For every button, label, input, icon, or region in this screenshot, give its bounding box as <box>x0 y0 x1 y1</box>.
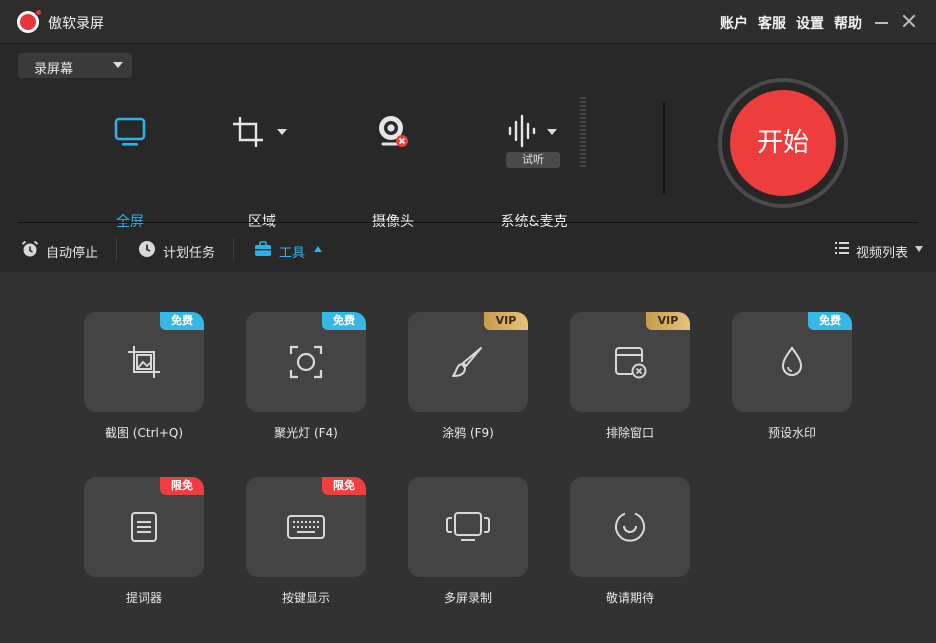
title-bar: 傲软录屏 账户 客服 设置 帮助 <box>0 0 936 44</box>
list-icon <box>835 242 849 254</box>
spotlight-icon <box>289 345 323 379</box>
tool-exclude-window-label: 排除窗口 <box>605 426 654 440</box>
limited-free-badge: 限免 <box>322 477 366 495</box>
audio-level-meter <box>580 97 586 169</box>
mode-dropdown[interactable]: 录屏幕 <box>18 53 132 78</box>
mode-dropdown-value: 录屏幕 <box>34 62 74 77</box>
minimize-icon[interactable] <box>872 10 892 32</box>
chevron-up-icon <box>314 246 322 252</box>
panel-separator <box>18 222 918 223</box>
tools-label: 工具 <box>279 246 306 261</box>
panel-divider <box>663 102 665 194</box>
audio-dropdown-icon[interactable] <box>547 129 557 135</box>
audio-preview-badge[interactable]: 试听 <box>506 152 560 168</box>
menu-help[interactable]: 帮助 <box>834 13 862 33</box>
toolbar-divider <box>116 238 117 260</box>
tool-key-display-label: 按键显示 <box>281 591 330 605</box>
auto-stop-button[interactable]: 自动停止 <box>21 239 101 261</box>
exclude-window-icon <box>615 347 647 379</box>
toolbar-divider <box>233 238 234 260</box>
tool-spotlight-label: 聚光灯 (F4) <box>274 426 338 440</box>
tool-coming-soon[interactable] <box>570 477 690 577</box>
tool-screenshot-label: 截图 (Ctrl+Q) <box>104 426 184 440</box>
top-menu: 账户 客服 设置 帮助 <box>720 13 862 33</box>
free-badge: 免费 <box>322 312 366 330</box>
tool-screenshot[interactable]: 免费 <box>84 312 204 412</box>
schedule-task-button[interactable]: 计划任务 <box>138 239 218 261</box>
tool-brush[interactable]: VIP <box>408 312 528 412</box>
brush-icon <box>452 347 482 377</box>
source-audio[interactable]: 系统&麦克 <box>488 84 580 230</box>
menu-account[interactable]: 账户 <box>720 13 748 33</box>
toolbox-icon <box>255 241 271 256</box>
app-logo-icon <box>17 9 42 33</box>
close-icon[interactable] <box>899 10 919 32</box>
tool-teleprompter[interactable]: 限免 <box>84 477 204 577</box>
menu-settings[interactable]: 设置 <box>796 13 824 33</box>
teleprompter-icon <box>131 512 157 542</box>
source-area[interactable]: 区域 <box>210 84 314 230</box>
tool-brush-label: 涂鸦 (F9) <box>442 426 494 440</box>
chevron-down-icon <box>915 246 923 252</box>
source-fullscreen[interactable]: 全屏 <box>80 84 180 230</box>
vip-badge: VIP <box>646 312 690 330</box>
tool-watermark-label: 预设水印 <box>767 426 816 440</box>
limited-free-badge: 限免 <box>160 477 204 495</box>
keyboard-icon <box>287 515 325 539</box>
auto-stop-label: 自动停止 <box>46 246 99 261</box>
multi-screen-icon <box>446 512 490 541</box>
schedule-task-label: 计划任务 <box>163 246 216 261</box>
tools-panel: 免费 截图 (Ctrl+Q) 免费 聚光灯 (F4) VIP 涂鸦 (F9) V… <box>0 272 936 643</box>
free-badge: 免费 <box>160 312 204 330</box>
tool-coming-soon-label: 敬请期待 <box>605 591 654 605</box>
tool-watermark[interactable]: 免费 <box>732 312 852 412</box>
smile-icon <box>615 512 645 542</box>
tool-teleprompter-label: 提词器 <box>125 591 162 605</box>
vip-badge: VIP <box>484 312 528 330</box>
audio-wave-icon <box>508 114 536 148</box>
tools-toggle-button[interactable]: 工具 <box>254 239 328 261</box>
video-list-button[interactable]: 视频列表 <box>835 239 925 261</box>
tool-key-display[interactable]: 限免 <box>246 477 366 577</box>
chevron-down-icon <box>113 62 123 68</box>
monitor-icon <box>114 117 146 146</box>
start-record-button[interactable]: 开始 <box>730 90 836 196</box>
tool-multi-screen[interactable] <box>408 477 528 577</box>
area-dropdown-icon[interactable] <box>277 129 287 135</box>
clock-icon <box>139 241 155 257</box>
crop-icon <box>233 117 263 147</box>
tool-spotlight[interactable]: 免费 <box>246 312 366 412</box>
menu-support[interactable]: 客服 <box>758 13 786 33</box>
toolbar: 自动停止 计划任务 工具 视频列表 <box>0 228 936 272</box>
tool-multi-screen-label: 多屏录制 <box>443 591 492 605</box>
video-list-label: 视频列表 <box>856 246 909 261</box>
alarm-clock-icon <box>21 240 39 257</box>
app-title: 傲软录屏 <box>48 16 104 32</box>
source-webcam[interactable]: 摄像头 <box>343 84 443 230</box>
webcam-icon <box>379 116 408 147</box>
free-badge: 免费 <box>808 312 852 330</box>
tool-exclude-window[interactable]: VIP <box>570 312 690 412</box>
screenshot-icon <box>128 346 160 378</box>
watermark-drop-icon <box>781 346 803 376</box>
